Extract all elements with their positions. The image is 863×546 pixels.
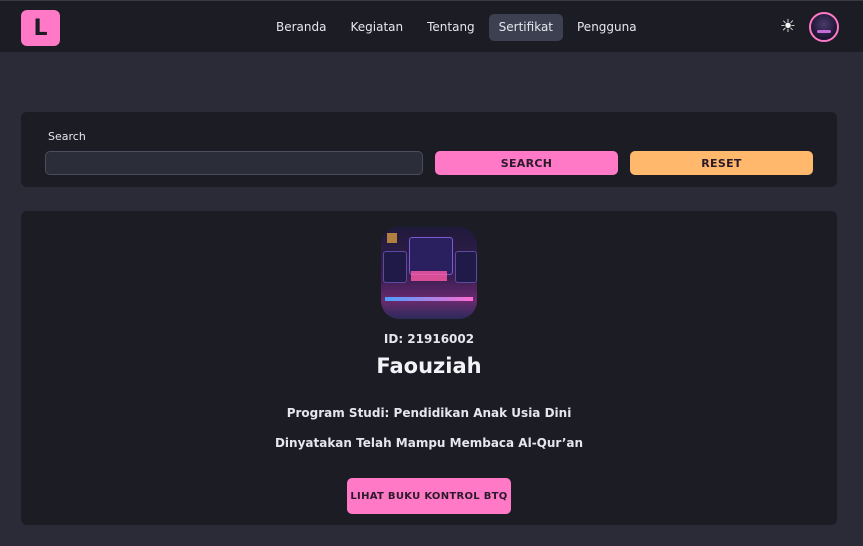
- nav-item-pengguna[interactable]: Pengguna: [567, 14, 647, 41]
- nav-item-beranda[interactable]: Beranda: [266, 14, 336, 41]
- student-id: ID: 21916002: [383, 332, 475, 346]
- certificate-card: ID: 21916002 Faouziah Program Studi: Pen…: [21, 211, 837, 525]
- avatar-accent: [817, 30, 831, 33]
- sun-icon[interactable]: ☀: [778, 17, 798, 37]
- photo-detail: [409, 237, 453, 275]
- nav-item-tentang[interactable]: Tentang: [417, 14, 485, 41]
- search-panel: Search SEARCH RESET: [21, 112, 837, 187]
- search-input[interactable]: [45, 151, 423, 175]
- student-name: Faouziah: [376, 354, 482, 378]
- main-nav: Beranda Kegiatan Tentang Sertifikat Peng…: [266, 14, 647, 41]
- photo-detail: [411, 271, 447, 281]
- top-navbar: L Beranda Kegiatan Tentang Sertifikat Pe…: [0, 0, 863, 52]
- search-label: Search: [48, 130, 86, 143]
- logo-letter: L: [33, 15, 48, 41]
- nav-item-kegiatan[interactable]: Kegiatan: [340, 14, 413, 41]
- certificate-statement: Dinyatakan Telah Mampu Membaca Al-Qur’an: [274, 436, 584, 450]
- view-control-book-button[interactable]: LIHAT BUKU KONTROL BTQ: [347, 478, 511, 514]
- app-logo[interactable]: L: [21, 10, 60, 46]
- avatar[interactable]: [809, 12, 839, 42]
- photo-detail: [455, 251, 477, 283]
- photo-detail: [387, 233, 397, 243]
- study-program: Program Studi: Pendidikan Anak Usia Dini: [286, 406, 572, 420]
- student-photo: [381, 227, 477, 319]
- photo-detail: [385, 297, 473, 301]
- reset-button[interactable]: RESET: [630, 151, 813, 175]
- search-button[interactable]: SEARCH: [435, 151, 618, 175]
- photo-detail: [383, 251, 407, 283]
- nav-item-sertifikat[interactable]: Sertifikat: [488, 14, 563, 41]
